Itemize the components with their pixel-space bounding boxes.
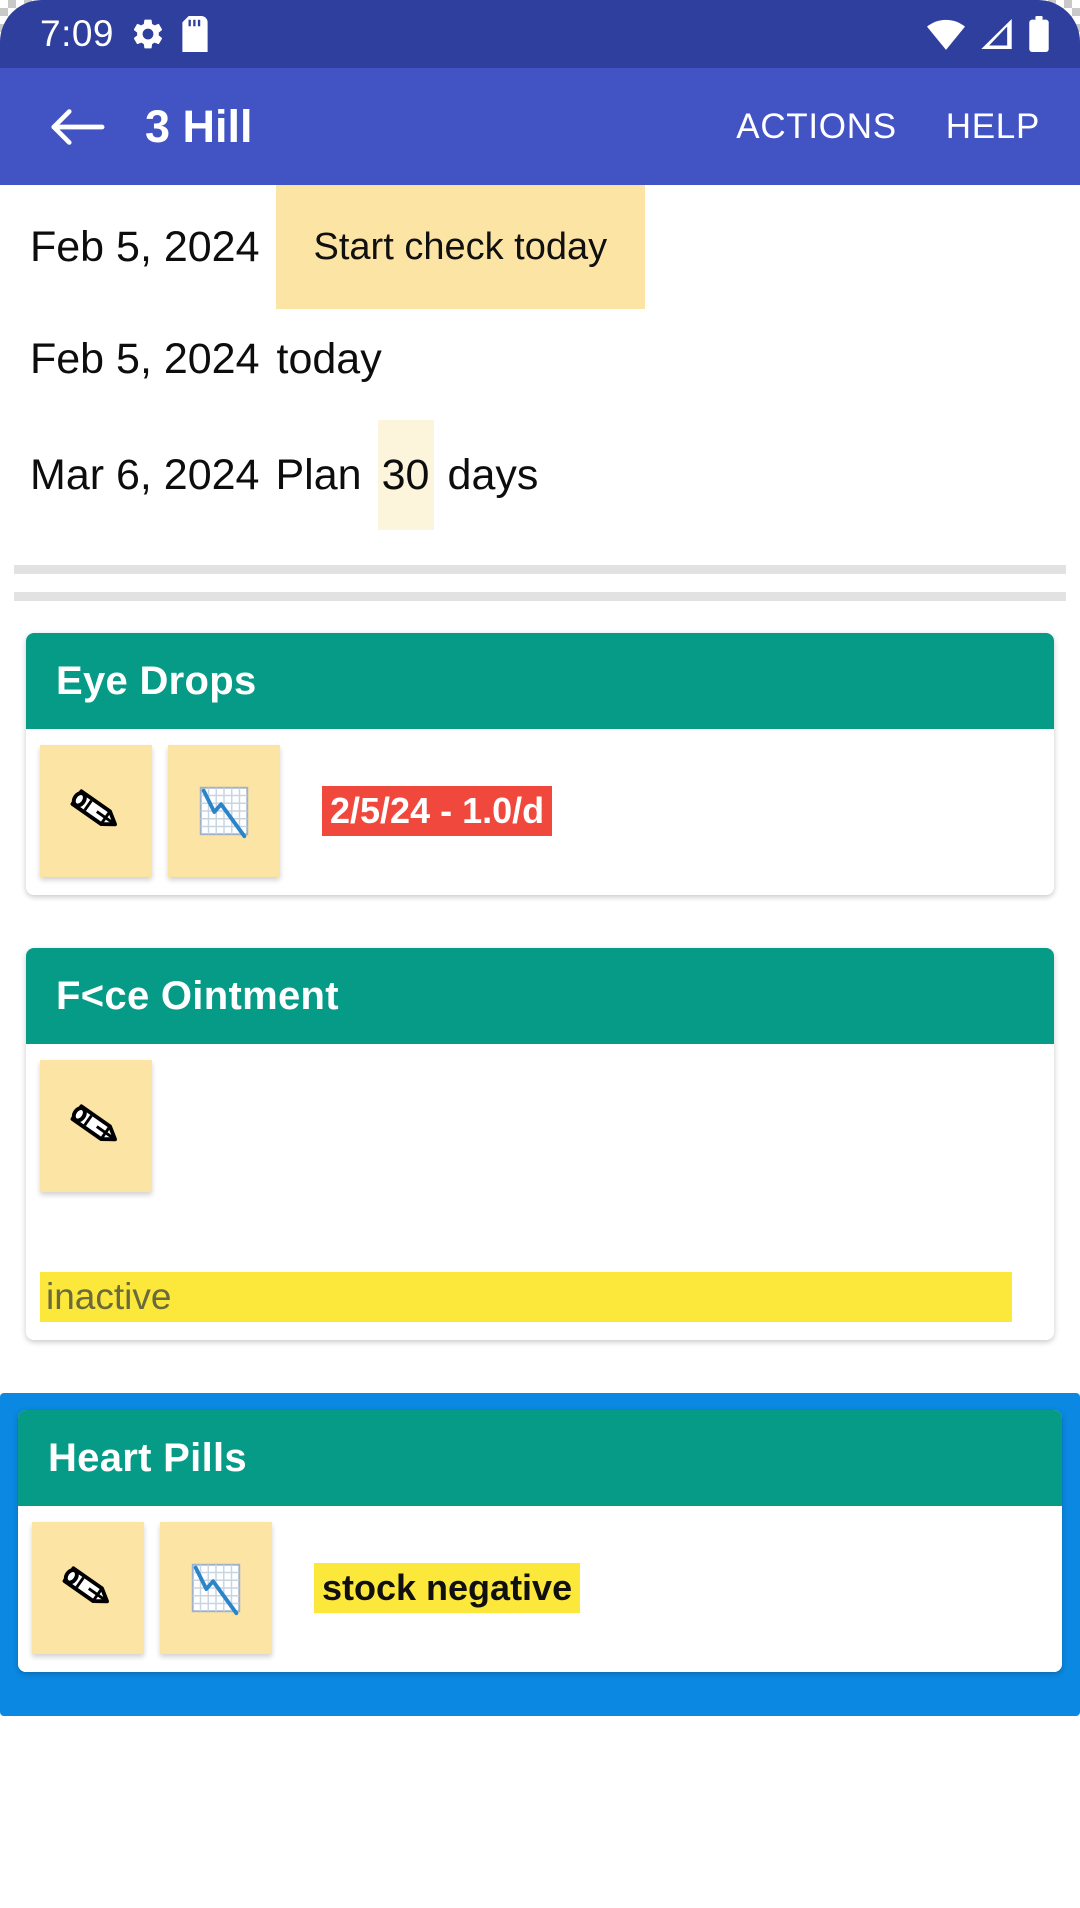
plan-label: Plan <box>275 450 362 499</box>
card-title: Heart Pills <box>48 1435 247 1480</box>
status-bar-clock: 7:09 <box>40 13 115 54</box>
battery-icon <box>1028 16 1050 52</box>
status-badge: stock negative <box>314 1563 581 1613</box>
medication-card-list: Eye Drops 2/5/24 - 1.0/d F<ce Ointment i… <box>0 601 1080 1716</box>
status-bar-right <box>926 16 1050 52</box>
start-check-today-chip[interactable]: Start check today <box>275 185 646 309</box>
card-body: 2/5/24 - 1.0/d <box>26 729 1054 895</box>
card-header: F<ce Ointment <box>26 948 1054 1044</box>
chart-down-icon[interactable] <box>168 745 280 877</box>
cellular-signal-icon <box>979 17 1015 51</box>
card-icon-row <box>40 1060 1040 1192</box>
inactive-status-bar: inactive <box>40 1272 1012 1322</box>
plan-today-date: Feb 5, 2024 <box>30 334 260 383</box>
plan-row-start: Feb 5, 2024 Start check today <box>0 185 1080 309</box>
app-root: 7:09 3 Hill ACTIONS HELP Feb 5, 2024 Sta… <box>0 0 1080 1908</box>
status-bar: 7:09 <box>0 0 1080 68</box>
card-status-slot: 2/5/24 - 1.0/d <box>296 745 553 877</box>
card-icon-row: 2/5/24 - 1.0/d <box>40 745 1040 877</box>
help-button[interactable]: HELP <box>946 107 1040 147</box>
app-bar: 3 Hill ACTIONS HELP <box>0 68 1080 185</box>
plan-end-date: Mar 6, 2024 <box>30 450 260 499</box>
card-body: inactive <box>26 1044 1054 1340</box>
pencil-icon[interactable] <box>40 1060 152 1192</box>
sd-card-icon <box>182 16 208 52</box>
medication-card[interactable]: Eye Drops 2/5/24 - 1.0/d <box>26 633 1054 895</box>
card-title: Eye Drops <box>56 658 257 703</box>
plan-days-label: days <box>447 450 539 499</box>
card-header: Heart Pills <box>18 1410 1062 1506</box>
back-arrow-icon[interactable] <box>46 96 108 158</box>
medication-card[interactable]: F<ce Ointment inactive <box>26 948 1054 1340</box>
pencil-icon[interactable] <box>32 1522 144 1654</box>
divider-top <box>14 565 1066 574</box>
status-bar-left: 7:09 <box>40 13 208 55</box>
plan-days-value[interactable]: 30 <box>377 420 434 530</box>
card-body: stock negative <box>18 1506 1062 1672</box>
section-dividers <box>0 541 1080 601</box>
card-icon-row: stock negative <box>32 1522 1048 1654</box>
card-title: F<ce Ointment <box>56 973 339 1018</box>
plan-summary: Feb 5, 2024 Start check today Feb 5, 202… <box>0 185 1080 541</box>
page-title: 3 Hill <box>145 100 253 152</box>
status-badge: 2/5/24 - 1.0/d <box>322 786 553 836</box>
chart-down-icon[interactable] <box>160 1522 272 1654</box>
wifi-icon <box>926 17 966 51</box>
gear-icon <box>130 16 166 52</box>
plan-row-end: Mar 6, 2024 Plan 30 days <box>0 409 1080 541</box>
plan-row-today: Feb 5, 2024 today <box>0 309 1080 409</box>
inactive-label: inactive <box>46 1276 172 1317</box>
main-content: Feb 5, 2024 Start check today Feb 5, 202… <box>0 185 1080 1908</box>
app-bar-actions: ACTIONS HELP <box>736 107 1050 147</box>
actions-button[interactable]: ACTIONS <box>736 107 896 147</box>
plan-today-label: today <box>276 334 382 383</box>
selected-card-highlight: Heart Pills stock negative <box>0 1393 1080 1716</box>
pencil-icon[interactable] <box>40 745 152 877</box>
medication-card[interactable]: Heart Pills stock negative <box>18 1410 1062 1672</box>
plan-start-date: Feb 5, 2024 <box>30 222 260 271</box>
divider-bottom <box>14 592 1066 601</box>
card-status-slot: stock negative <box>288 1522 581 1654</box>
card-header: Eye Drops <box>26 633 1054 729</box>
